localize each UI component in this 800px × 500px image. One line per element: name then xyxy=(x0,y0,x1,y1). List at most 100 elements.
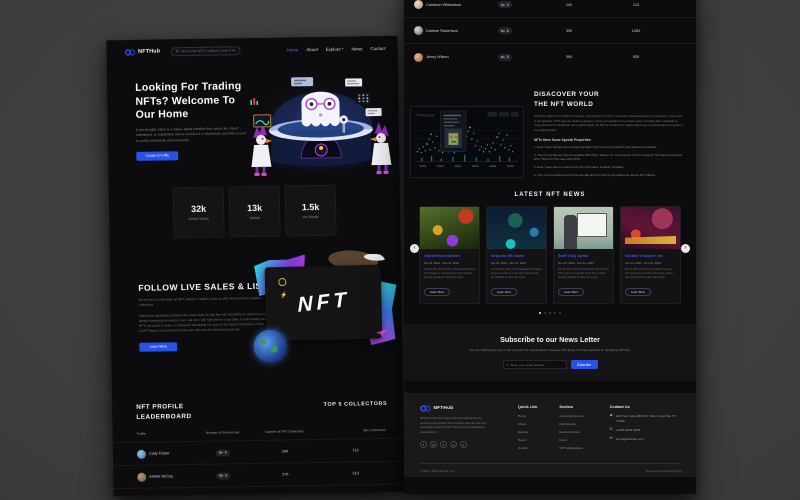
leaderboard-section: NFT PROFILE LEADERBOARD TOP 5 COLLECTORS… xyxy=(112,385,405,497)
email-field-wrap: ✉ xyxy=(503,360,567,370)
key-icon xyxy=(501,29,505,33)
news-card-image xyxy=(554,207,613,249)
mail-icon: ✉ xyxy=(507,363,510,367)
avatar xyxy=(414,53,423,62)
news-card-date: Nov 04, 2022 - Nov 14, 2022 xyxy=(558,261,609,265)
follow-learn-more-button[interactable]: Learn More xyxy=(139,342,177,352)
follow-body-1: Be the first to know when an NFT artwork… xyxy=(138,296,266,309)
news-card-body: All The BIG Chief of the Unbothered Wolv… xyxy=(424,268,475,280)
email-field[interactable] xyxy=(511,363,562,367)
discover-title: DISACOVER YOUR THE NFT WORLD xyxy=(534,90,684,110)
news-learn-more-button[interactable]: Learn More xyxy=(424,288,450,296)
pin-icon: ◉ xyxy=(610,414,613,418)
footer-link-news[interactable]: News xyxy=(518,438,537,442)
stat-art-works: 1.5kArt Works xyxy=(285,185,337,237)
nav-news[interactable]: News xyxy=(351,46,362,51)
nav-explore[interactable]: Explore▾ xyxy=(326,46,344,51)
social-links: f in t o v xyxy=(420,441,496,448)
footer-about: NFTHub is the first choice and loved web… xyxy=(420,417,490,435)
genesis-key-badge: 4 xyxy=(217,495,230,496)
discover-section: TRADES xyxy=(404,70,696,178)
carousel-dot[interactable] xyxy=(559,312,561,314)
bolt-doodle-icon: ⚡ xyxy=(280,292,288,299)
news-card-title: Unbothered Wolves xyxy=(424,253,475,258)
hero-section: Looking For Trading NFTs? Welcome To Our… xyxy=(107,60,400,181)
leaderboard-subtitle: TOP 5 COLLECTORS xyxy=(324,401,388,408)
nav-contact[interactable]: Contact xyxy=(370,45,385,50)
news-card-image xyxy=(420,207,479,249)
news-card-title: Outlaw Troopers em xyxy=(625,253,676,258)
news-card-date: Nov 04, 2022 - Nov 14, 2022 xyxy=(625,261,676,265)
social-twitter-icon[interactable]: t xyxy=(440,441,447,448)
follow-body-2: Sales have absolutely slumped since thei… xyxy=(139,311,267,334)
nav-about[interactable]: About xyxy=(306,46,318,51)
discover-body: NFTs are different from ERC-20 tokens, s… xyxy=(534,114,684,133)
footer-link-upcoming-events[interactable]: Upcoming Events xyxy=(559,414,583,418)
news-card-image xyxy=(621,207,680,249)
news-card-body: All The BIG Chief of the STAFF ONLY Apto… xyxy=(558,268,609,280)
news-learn-more-button[interactable]: Learn More xyxy=(491,288,517,296)
carousel-next-button[interactable]: › xyxy=(681,244,690,253)
discover-list-intro: NFTs Have Some Special Properties: xyxy=(534,138,684,142)
news-card-body: All The BIG Chief of the Sequoia NFT Gam… xyxy=(491,268,542,280)
main-nav: Home About Explore▾ News Contact xyxy=(287,45,386,52)
envelope-icon: ✉ xyxy=(610,437,613,441)
news-learn-more-button[interactable]: Learn More xyxy=(625,288,651,296)
contact-phone[interactable]: +2325-9654-9653 xyxy=(616,428,680,433)
brand-logo[interactable]: NFTHub xyxy=(125,48,161,56)
create-profile-button[interactable]: Create a Profile xyxy=(136,151,178,161)
avatar xyxy=(137,449,146,458)
nfthub-logo-icon xyxy=(420,405,431,412)
search-bar[interactable] xyxy=(170,46,240,56)
footer-link-contact[interactable]: Contact xyxy=(518,446,537,450)
stat-active-users: 32kActive Users xyxy=(173,186,225,238)
social-video-icon[interactable]: v xyxy=(460,441,467,448)
footer-brand-logo[interactable]: NFTHub xyxy=(420,405,496,412)
footer-quick-links: Quick Link Home About Explore News Conta… xyxy=(518,405,537,454)
lightbulb-doodle-icon xyxy=(278,278,286,286)
social-facebook-icon[interactable]: f xyxy=(420,441,427,448)
carousel-dot[interactable] xyxy=(539,312,541,314)
genesis-key-badge: 5 xyxy=(216,449,229,456)
leaderboard-rows-continued: Cameron Williamson 4 140 213 Darlene Rob… xyxy=(404,0,696,70)
discover-text: DISACOVER YOUR THE NFT WORLD NFTs are di… xyxy=(534,90,684,178)
nav-home[interactable]: Home xyxy=(287,47,299,52)
genesis-key-badge: 6 xyxy=(498,27,511,34)
legal-links[interactable]: Terms of Use | Privacy Policy xyxy=(646,469,682,473)
subscribe-button[interactable]: Subscribe xyxy=(571,360,598,370)
news-card-body: All The BIG Chief of the Outlaw Troopers… xyxy=(625,268,676,280)
earth-globe xyxy=(253,329,288,364)
key-icon xyxy=(220,474,224,478)
footer-link-home[interactable]: Home xyxy=(518,414,537,418)
chart-tooltip xyxy=(441,111,466,152)
key-icon xyxy=(501,3,505,7)
footer-link-past-events[interactable]: Past Events xyxy=(559,422,583,426)
leaderboard-title: NFT PROFILE LEADERBOARD xyxy=(136,402,192,422)
search-input[interactable] xyxy=(181,48,235,53)
news-card: Sequoia Nft Game Apr 04, 2022 - Nov 11, … xyxy=(486,206,547,304)
contact-email[interactable]: demo@website.com xyxy=(616,437,680,442)
carousel-dot[interactable] xyxy=(544,312,546,314)
pixel-grid-chip xyxy=(356,92,370,104)
discover-list-item: 4. They Live On Ethereum And Can Be Boug… xyxy=(534,173,684,178)
carousel-dot[interactable] xyxy=(554,312,556,314)
footer-link-nft-marketplace[interactable]: NFT Marketplace xyxy=(559,446,583,450)
footer-link-explore[interactable]: Explore xyxy=(518,430,537,434)
carousel-prev-button[interactable]: ‹ xyxy=(410,244,419,253)
nfthub-logo-icon xyxy=(125,48,136,55)
footer-link-news-2[interactable]: News xyxy=(559,438,583,442)
carousel-dot[interactable] xyxy=(549,312,551,314)
nft-collage-art: NFT ⚡ xyxy=(251,248,398,365)
landing-page-mockup-2: Cameron Williamson 4 140 213 Darlene Rob… xyxy=(404,0,696,494)
social-linkedin-icon[interactable]: in xyxy=(430,441,437,448)
footer-link-events-archive[interactable]: Events Archive xyxy=(559,430,583,434)
newsletter-section: Subscribe to our News Letter Join our ma… xyxy=(404,324,696,381)
site-footer: NFTHub NFTHub is the first choice and lo… xyxy=(404,393,696,477)
follow-section: FOLLOW LIVE SALES & LISTINGS Be the firs… xyxy=(110,235,403,390)
social-instagram-icon[interactable]: o xyxy=(450,441,457,448)
carousel-dots xyxy=(419,312,681,314)
news-learn-more-button[interactable]: Learn More xyxy=(558,288,584,296)
footer-link-about[interactable]: About xyxy=(518,422,537,426)
news-card: Staff Only Aptos Nov 04, 2022 - Nov 14, … xyxy=(553,206,614,304)
news-card: Outlaw Troopers em Nov 04, 2022 - Nov 14… xyxy=(620,206,681,304)
